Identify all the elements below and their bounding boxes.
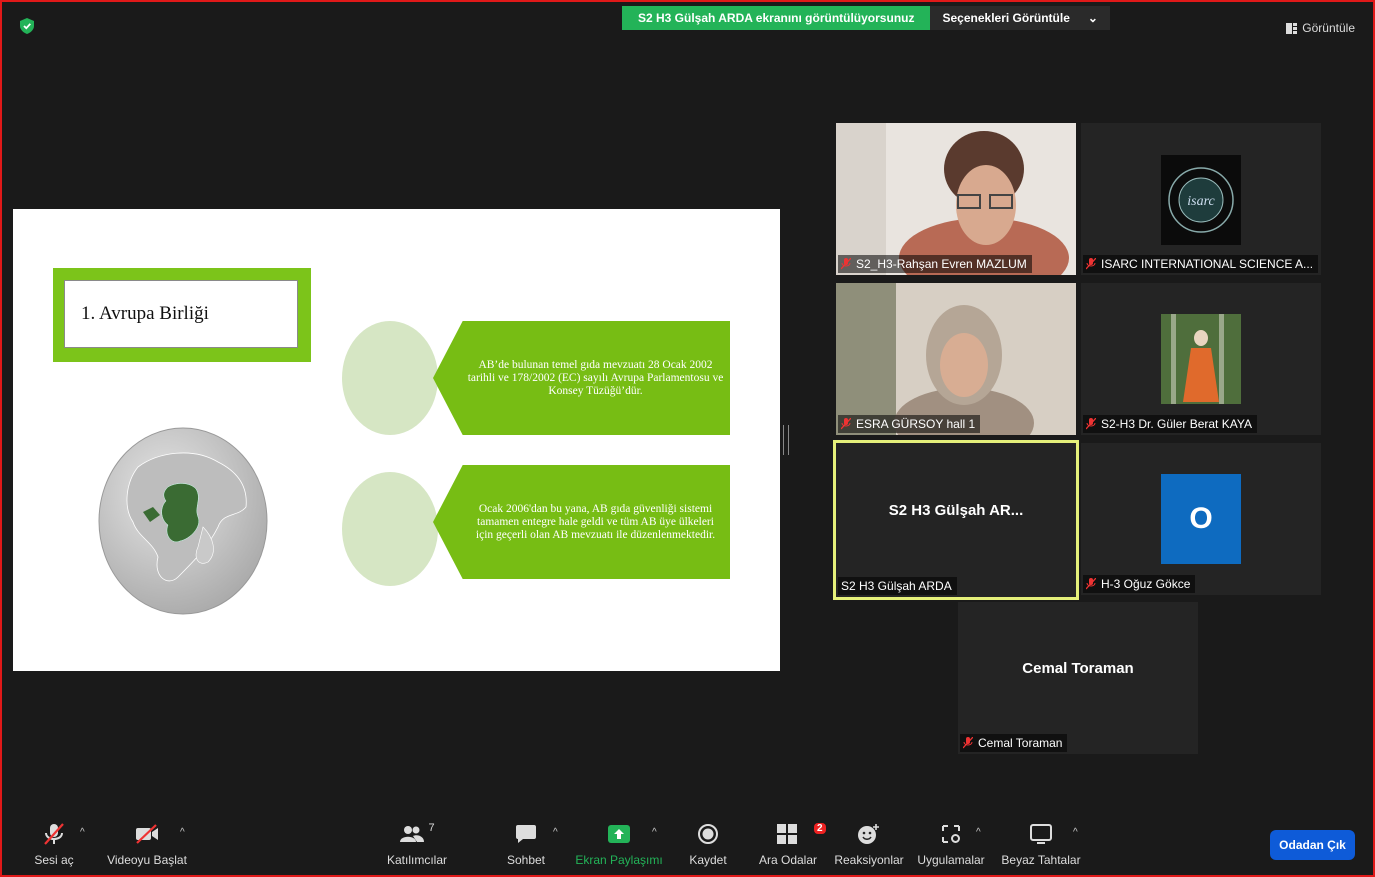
view-options-label: Seçenekleri Görüntüle: [942, 11, 1070, 25]
view-options-button[interactable]: Seçenekleri Görüntüle ⌄: [930, 6, 1110, 30]
view-button[interactable]: Görüntüle: [1286, 21, 1355, 35]
participant-name: S2-H3 Dr. Güler Berat KAYA: [1083, 415, 1257, 433]
shared-screen: 1. Avrupa Birliği AB’de bulunan temel gı…: [13, 209, 780, 671]
participant-video: [836, 283, 1076, 435]
active-speaker-tile[interactable]: S2 H3 Gülşah AR... S2 H3 Gülşah ARDA: [833, 440, 1079, 600]
grid-view-icon: [1286, 22, 1298, 34]
participant-tile[interactable]: Cemal Toraman Cemal Toraman: [958, 602, 1198, 754]
unmute-button[interactable]: Sesi aç: [32, 817, 76, 875]
slide-circle-1: [342, 321, 438, 435]
participant-big-name: S2 H3 Gülşah AR...: [888, 501, 1024, 519]
record-button[interactable]: Kaydet: [686, 817, 730, 875]
participant-tile[interactable]: ESRA GÜRSOY hall 1: [836, 283, 1076, 435]
participant-name: ESRA GÜRSOY hall 1: [838, 415, 981, 433]
share-status-text: S2 H3 Gülşah ARDA ekranını görüntülüyors…: [622, 6, 931, 30]
participants-button[interactable]: 7 Katılımcılar: [385, 817, 449, 875]
slide-title: 1. Avrupa Birliği: [64, 280, 298, 348]
slide-title-frame: 1. Avrupa Birliği: [53, 268, 311, 362]
participants-icon: [400, 826, 425, 842]
whiteboards-button[interactable]: Beyaz Tahtalar: [1000, 817, 1082, 875]
slide-circle-2: [342, 472, 438, 586]
participant-name-label: ESRA GÜRSOY hall 1: [856, 417, 976, 431]
leave-room-button[interactable]: Odadan Çık: [1270, 830, 1355, 860]
chat-icon: [516, 825, 536, 843]
share-screen-icon: [608, 825, 630, 843]
apps-button[interactable]: Uygulamalar: [915, 817, 987, 875]
chevron-down-icon: ⌄: [1087, 11, 1098, 25]
whiteboard-icon: [1030, 824, 1052, 844]
participant-name-label: S2_H3-Rahşan Evren MAZLUM: [856, 257, 1027, 271]
participant-name-label: ISARC INTERNATIONAL SCIENCE A...: [1101, 257, 1314, 271]
share-screen-button[interactable]: Ekran Paylaşımı: [575, 817, 663, 875]
participant-name: Cemal Toraman: [960, 734, 1068, 752]
breakout-rooms-label: Ara Odalar: [758, 853, 818, 867]
whiteboards-label: Beyaz Tahtalar: [1001, 853, 1081, 867]
start-video-button[interactable]: Videoyu Başlat: [105, 817, 189, 875]
participant-name: S2 H3 Gülşah ARDA: [838, 577, 957, 595]
muted-mic-icon: [1086, 578, 1096, 590]
chat-options-caret[interactable]: ^: [553, 827, 558, 838]
participant-tile[interactable]: O H-3 Oğuz Gökce: [1081, 443, 1321, 595]
chat-label: Sohbet: [506, 853, 546, 867]
isarc-logo: isarc: [1161, 155, 1241, 245]
reaction-smiley-icon: [858, 824, 879, 844]
record-label: Kaydet: [689, 853, 727, 867]
participant-name: S2_H3-Rahşan Evren MAZLUM: [838, 255, 1032, 273]
initial-letter: O: [1189, 502, 1213, 535]
muted-mic-icon: [1086, 258, 1096, 270]
shield-icon[interactable]: [20, 18, 34, 34]
participants-label: Katılımcılar: [386, 853, 447, 867]
participant-video: [836, 123, 1076, 275]
svg-text:isarc: isarc: [1187, 194, 1215, 209]
breakout-badge: 2: [814, 823, 826, 834]
participant-tile[interactable]: isarc ISARC INTERNATIONAL SCIENCE A...: [1081, 123, 1321, 275]
share-banner: S2 H3 Gülşah ARDA ekranını görüntülüyors…: [622, 6, 1110, 30]
record-icon: [698, 824, 718, 844]
participant-big-name: Cemal Toraman: [1022, 659, 1134, 677]
slide-textbox-1: AB’de bulunan temel gıda mevzuatı 28 Oca…: [433, 321, 730, 435]
participant-avatar-photo: [1161, 314, 1241, 404]
participant-name-label: S2-H3 Dr. Güler Berat KAYA: [1101, 417, 1252, 431]
muted-mic-icon: [841, 418, 851, 430]
muted-mic-icon: [963, 737, 973, 749]
zoom-window: S2 H3 Gülşah ARDA ekranını görüntülüyors…: [0, 0, 1375, 877]
participant-name-label: H-3 Oğuz Gökce: [1101, 577, 1191, 591]
apps-icon: [942, 825, 960, 843]
participant-name: H-3 Oğuz Gökce: [1083, 575, 1196, 593]
share-screen-label: Ekran Paylaşımı: [575, 853, 663, 867]
chat-button[interactable]: Sohbet: [504, 817, 548, 875]
muted-mic-icon: [841, 258, 851, 270]
view-button-label: Görüntüle: [1302, 21, 1355, 35]
resize-handle[interactable]: [783, 425, 789, 455]
apps-options-caret[interactable]: ^: [976, 827, 981, 838]
breakout-rooms-icon: [777, 824, 797, 844]
participant-initial-avatar: O: [1161, 474, 1241, 564]
muted-mic-icon: [1086, 418, 1096, 430]
video-options-caret[interactable]: ^: [180, 827, 185, 838]
participant-count: 7: [428, 822, 435, 834]
slide-textbox-2: Ocak 2006'dan bu yana, AB gıda güvenliği…: [433, 465, 730, 579]
audio-options-caret[interactable]: ^: [80, 827, 85, 838]
muted-mic-icon: [44, 823, 64, 845]
breakout-rooms-button[interactable]: 2 Ara Odalar: [756, 817, 826, 875]
unmute-label: Sesi aç: [34, 853, 74, 867]
participant-name-label: S2 H3 Gülşah ARDA: [841, 579, 952, 593]
reactions-button[interactable]: Reaksiyonlar: [833, 817, 905, 875]
video-off-icon: [136, 824, 158, 844]
reactions-label: Reaksiyonlar: [834, 853, 904, 867]
participant-tile[interactable]: S2-H3 Dr. Güler Berat KAYA: [1081, 283, 1321, 435]
share-options-caret[interactable]: ^: [652, 827, 657, 838]
meeting-toolbar: Sesi aç ^ Videoyu Başlat ^ 7 Katılımcıla…: [2, 817, 1373, 875]
europe-globe-image: [98, 427, 268, 615]
start-video-label: Videoyu Başlat: [107, 853, 187, 867]
apps-label: Uygulamalar: [917, 853, 985, 867]
participant-name: ISARC INTERNATIONAL SCIENCE A...: [1083, 255, 1319, 273]
participant-name-label: Cemal Toraman: [978, 736, 1063, 750]
whiteboard-options-caret[interactable]: ^: [1073, 827, 1078, 838]
participant-tile[interactable]: S2_H3-Rahşan Evren MAZLUM: [836, 123, 1076, 275]
